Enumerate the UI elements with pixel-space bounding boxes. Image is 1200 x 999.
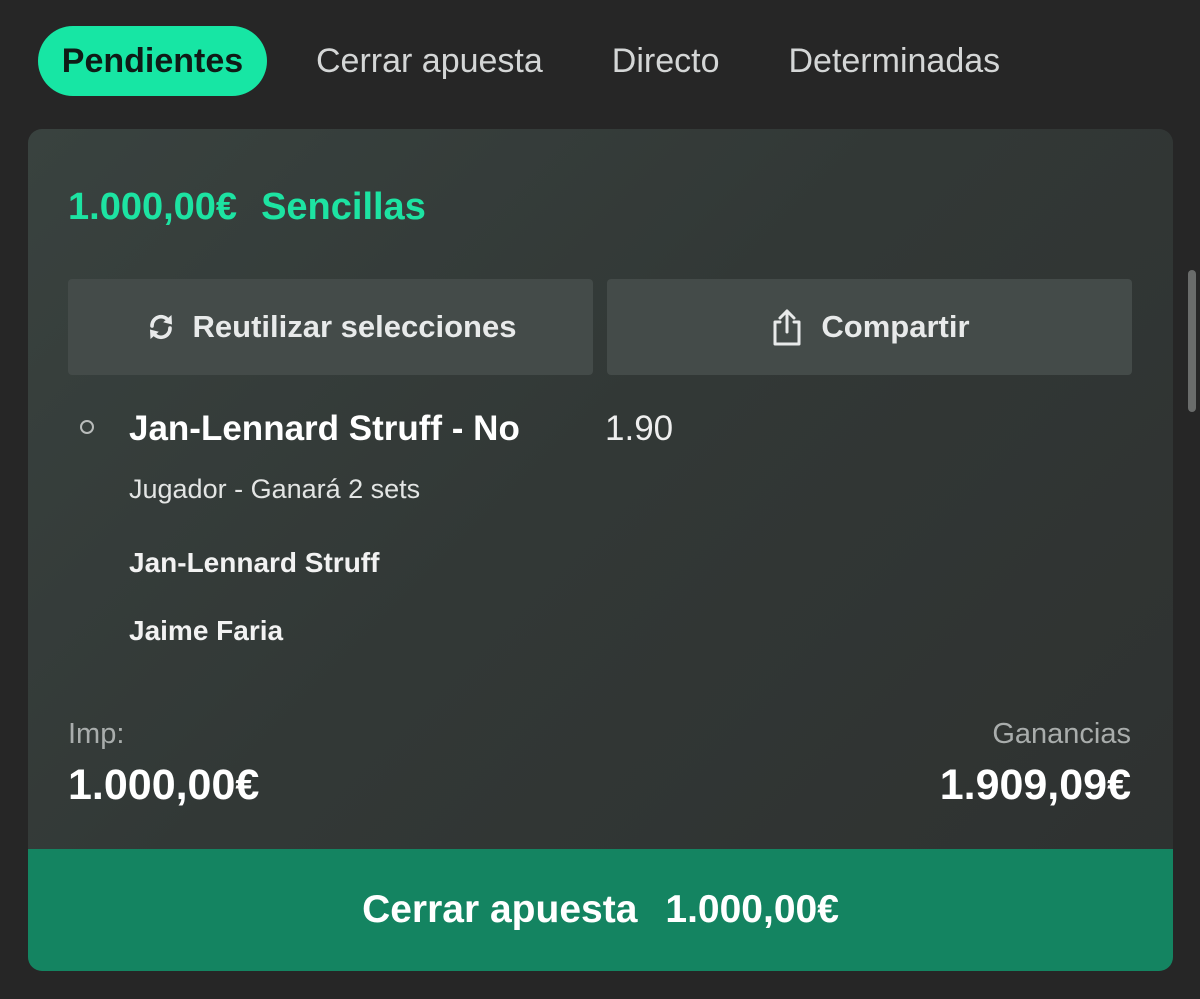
tab-cerrar-apuesta[interactable]: Cerrar apuesta — [316, 26, 543, 96]
bet-card: 1.000,00€ Sencillas Reutilizar seleccion… — [28, 129, 1173, 971]
selection-market: Jugador - Ganará 2 sets — [129, 474, 421, 504]
refresh-icon — [145, 311, 177, 343]
winnings-value: 1.909,09€ — [939, 761, 1131, 809]
tab-directo[interactable]: Directo — [612, 26, 720, 96]
tab-determinadas[interactable]: Determinadas — [788, 26, 1000, 96]
bet-type: Sencillas — [261, 186, 426, 228]
reuse-selections-button[interactable]: Reutilizar selecciones — [68, 279, 593, 375]
winnings-label: Ganancias — [992, 718, 1131, 750]
event-player-2: Jaime Faria — [129, 615, 284, 646]
cashout-amount: 1.000,00€ — [665, 888, 839, 931]
event-player-1: Jan-Lennard Struff — [129, 547, 380, 578]
stake-value: 1.000,00€ — [68, 761, 260, 809]
share-label: Compartir — [821, 309, 970, 344]
selection-status-icon — [80, 420, 94, 434]
share-button[interactable]: Compartir — [607, 279, 1132, 375]
stake-label: Imp: — [68, 718, 125, 750]
cashout-label: Cerrar apuesta — [362, 888, 638, 931]
share-icon — [769, 307, 805, 347]
tab-pendientes[interactable]: Pendientes — [38, 26, 267, 96]
selection-title: Jan-Lennard Struff - No — [129, 409, 520, 448]
bet-tabs: Pendientes Cerrar apuesta Directo Determ… — [38, 26, 1000, 96]
reuse-selections-label: Reutilizar selecciones — [192, 309, 517, 344]
selection-odds: 1.90 — [605, 409, 674, 448]
bet-header: 1.000,00€ Sencillas — [68, 186, 426, 229]
cashout-button[interactable]: Cerrar apuesta 1.000,00€ — [28, 849, 1173, 971]
bet-amount: 1.000,00€ — [68, 186, 238, 228]
scrollbar[interactable] — [1188, 270, 1196, 412]
